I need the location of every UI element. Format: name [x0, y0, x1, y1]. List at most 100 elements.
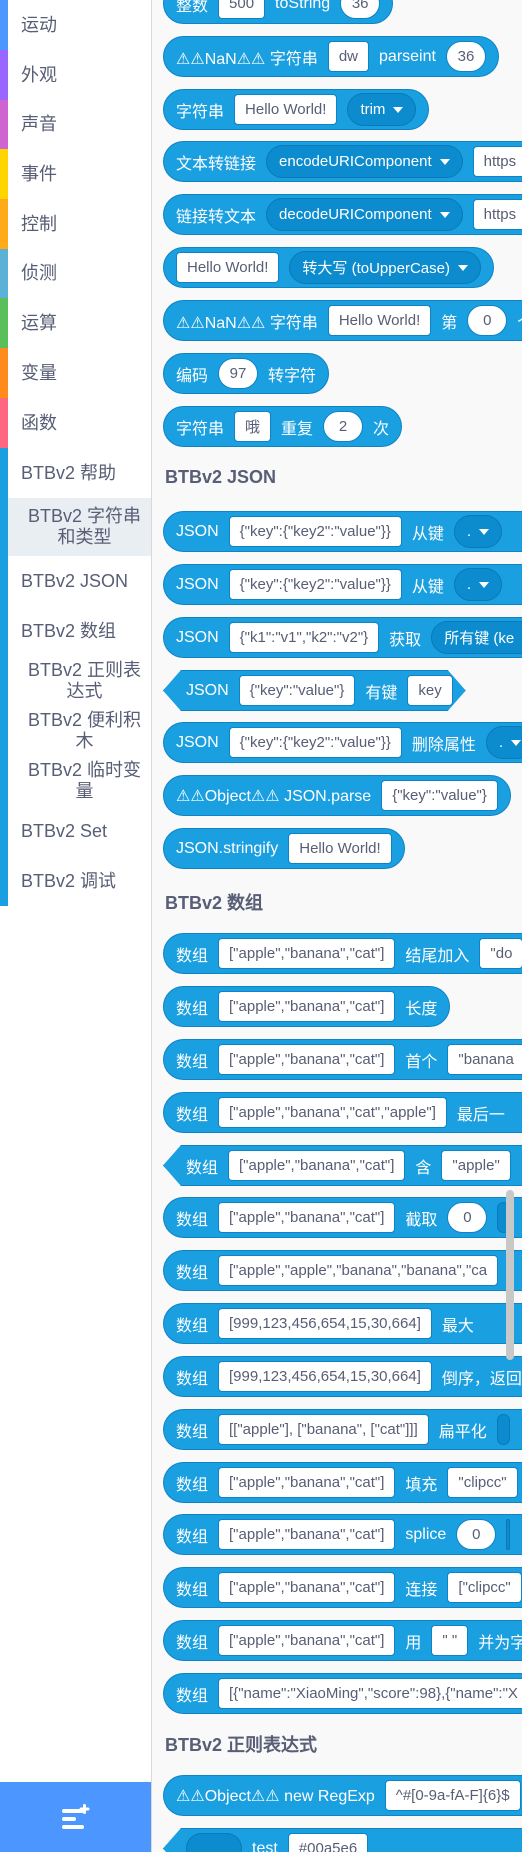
- category-operators[interactable]: 运算: [0, 298, 151, 348]
- block-b6[interactable]: ⚠⚠NaN⚠⚠ 字符串 Hello World! 第0个: [163, 300, 522, 341]
- category-btb-debug[interactable]: BTBv2 调试: [0, 856, 151, 906]
- empty-input-slot[interactable]: [186, 1833, 242, 1852]
- category-btb-regex[interactable]: BTBv2 正则表达式: [0, 656, 151, 706]
- category-btb-help[interactable]: BTBv2 帮助: [0, 448, 151, 498]
- text-input-slot[interactable]: 500: [218, 0, 266, 19]
- category-btb-strings[interactable]: BTBv2 字符串和类型: [0, 498, 151, 556]
- text-input-slot[interactable]: https: [472, 146, 522, 177]
- text-input-slot[interactable]: [{"name":"XiaoMing","score":98},{"name":…: [218, 1678, 522, 1709]
- text-input-slot[interactable]: https: [472, 199, 522, 230]
- block-j1[interactable]: JSON {"key":{"key2":"value"}} 从键.: [163, 564, 522, 605]
- block-j2[interactable]: JSON {"k1":"v1","k2":"v2"} 获取 所有键 (ke: [163, 617, 522, 658]
- block-a5[interactable]: 数组 ["apple","banana","cat"] 截取 0: [163, 1197, 522, 1238]
- empty-input-slot[interactable]: [496, 1414, 510, 1445]
- category-control[interactable]: 控制: [0, 199, 151, 249]
- text-input-slot[interactable]: {"key":{"key2":"value"}}: [228, 569, 402, 600]
- text-input-slot[interactable]: {"key":"value"}: [381, 780, 498, 811]
- block-a9[interactable]: 数组 [["apple"], ["banana", ["cat"]]] 扁平化: [163, 1409, 522, 1450]
- text-input-slot[interactable]: " ": [431, 1625, 469, 1656]
- category-variables[interactable]: 变量: [0, 348, 151, 398]
- text-input-slot[interactable]: ["apple","banana","cat"]: [218, 991, 396, 1022]
- text-input-slot[interactable]: "apple": [441, 1150, 511, 1181]
- number-input-slot[interactable]: 97: [218, 358, 259, 389]
- dropdown-menu[interactable]: .: [485, 726, 522, 759]
- text-input-slot[interactable]: "banana: [447, 1044, 522, 1075]
- workspace-scrollbar[interactable]: [506, 1190, 514, 1360]
- add-extension-button[interactable]: [0, 1782, 152, 1852]
- block-j4[interactable]: JSON {"key":{"key2":"value"}} 删除属性.: [163, 722, 522, 763]
- category-events[interactable]: 事件: [0, 149, 151, 199]
- block-a13[interactable]: 数组 ["apple","banana","cat"] 用 " " 并为字: [163, 1620, 522, 1661]
- block-b4[interactable]: 链接转文本 decodeURIComponent https: [163, 194, 522, 235]
- block-j0[interactable]: JSON {"key":{"key2":"value"}} 从键.: [163, 511, 522, 552]
- dropdown-menu[interactable]: 所有键 (ke: [431, 621, 522, 654]
- category-motion[interactable]: 运动: [0, 0, 151, 50]
- block-b5[interactable]: Hello World! 转大写 (toUpperCase): [163, 247, 494, 288]
- text-input-slot[interactable]: Hello World!: [327, 305, 432, 336]
- text-input-slot[interactable]: #00a5e6: [287, 1833, 369, 1852]
- text-input-slot[interactable]: Hello World!: [176, 252, 280, 283]
- block-a0[interactable]: 数组 ["apple","banana","cat"] 结尾加入 "do: [163, 933, 522, 974]
- text-input-slot[interactable]: ["apple","banana","cat"]: [218, 1044, 396, 1075]
- number-input-slot[interactable]: 0: [447, 1202, 488, 1233]
- category-functions[interactable]: 函数: [0, 398, 151, 448]
- number-input-slot[interactable]: 0: [467, 305, 508, 336]
- dropdown-menu[interactable]: encodeURIComponent: [266, 145, 463, 178]
- text-input-slot[interactable]: {"key":"value"}: [239, 675, 356, 706]
- text-input-slot[interactable]: [["apple"], ["banana", ["cat"]]]: [218, 1414, 429, 1445]
- block-b3[interactable]: 文本转链接 encodeURIComponent https: [163, 141, 522, 182]
- text-input-slot[interactable]: Hello World!: [288, 833, 392, 864]
- block-j6[interactable]: JSON.stringify Hello World!: [163, 828, 405, 869]
- text-input-slot[interactable]: {"key":{"key2":"value"}}: [228, 516, 402, 547]
- text-input-slot[interactable]: ["apple","banana","cat"]: [218, 1572, 396, 1603]
- text-input-slot[interactable]: [999,123,456,654,15,30,664]: [218, 1361, 432, 1392]
- block-a8[interactable]: 数组 [999,123,456,654,15,30,664] 倒序，返回: [163, 1356, 522, 1397]
- category-sensing[interactable]: 侦测: [0, 249, 151, 298]
- block-a3[interactable]: 数组 ["apple","banana","cat","apple"] 最后一: [163, 1092, 522, 1133]
- block-b8[interactable]: 字符串哦重复 2 次: [163, 406, 403, 447]
- text-input-slot[interactable]: ["clipcc": [447, 1572, 522, 1603]
- text-input-slot[interactable]: ["apple","apple","banana","banana","ca: [218, 1255, 499, 1286]
- block-b2[interactable]: 字符串 Hello World! trim: [163, 89, 430, 130]
- block-r0[interactable]: ⚠⚠Object⚠⚠ new RegExp ^#[0-9a-fA-F]{6}$: [163, 1775, 522, 1816]
- block-b0[interactable]: 整数 500 toString 36: [163, 0, 394, 24]
- text-input-slot[interactable]: ["apple","banana","cat"]: [218, 1519, 396, 1550]
- text-input-slot[interactable]: ["apple","banana","cat"]: [228, 1150, 406, 1181]
- text-input-slot[interactable]: ["apple","banana","cat"]: [218, 1467, 396, 1498]
- dropdown-menu[interactable]: trim: [347, 93, 417, 126]
- block-a2[interactable]: 数组 ["apple","banana","cat"] 首个 "banana: [163, 1039, 522, 1080]
- block-a1[interactable]: 数组 ["apple","banana","cat"] 长度: [163, 986, 451, 1027]
- text-input-slot[interactable]: ^#[0-9a-fA-F]{6}$: [384, 1780, 521, 1811]
- text-input-slot[interactable]: {"k1":"v1","k2":"v2"}: [228, 622, 380, 653]
- text-input-slot[interactable]: "do: [479, 938, 522, 969]
- category-sound[interactable]: 声音: [0, 100, 151, 149]
- category-btb-json[interactable]: BTBv2 JSON: [0, 556, 151, 606]
- dropdown-menu[interactable]: .: [453, 515, 503, 548]
- number-input-slot[interactable]: 36: [445, 41, 486, 72]
- text-input-slot[interactable]: key: [407, 675, 452, 706]
- block-a12[interactable]: 数组 ["apple","banana","cat"] 连接 ["clipcc": [163, 1567, 522, 1608]
- text-input-slot[interactable]: ["apple","banana","cat"]: [218, 938, 396, 969]
- block-a6[interactable]: 数组 ["apple","apple","banana","banana","ca: [163, 1250, 522, 1291]
- text-input-slot[interactable]: ["apple","banana","cat"]: [218, 1202, 396, 1233]
- text-input-slot[interactable]: ["apple","banana","cat","apple"]: [218, 1097, 447, 1128]
- dropdown-menu[interactable]: 转大写 (toUpperCase): [289, 251, 481, 284]
- category-looks[interactable]: 外观: [0, 50, 151, 100]
- text-input-slot[interactable]: "clipcc": [447, 1467, 518, 1498]
- text-input-slot[interactable]: 哦: [234, 411, 272, 442]
- text-input-slot[interactable]: dw: [327, 41, 370, 72]
- block-a10[interactable]: 数组 ["apple","banana","cat"] 填充 "clipcc": [163, 1462, 522, 1503]
- number-input-slot[interactable]: 36: [340, 0, 381, 19]
- block-a11[interactable]: 数组 ["apple","banana","cat"] splice 0: [163, 1514, 522, 1555]
- block-j3[interactable]: JSON {"key":"value"} 有键 key: [163, 670, 466, 711]
- number-input-slot[interactable]: 0: [456, 1519, 497, 1550]
- empty-input-slot[interactable]: [506, 1519, 510, 1550]
- block-j5[interactable]: ⚠⚠Object⚠⚠ JSON.parse {"key":"value"}: [163, 775, 511, 816]
- category-btb-convenience[interactable]: BTBv2 便利积木: [0, 706, 151, 756]
- text-input-slot[interactable]: [999,123,456,654,15,30,664]: [218, 1308, 432, 1339]
- dropdown-menu[interactable]: .: [453, 568, 503, 601]
- block-a7[interactable]: 数组 [999,123,456,654,15,30,664] 最大: [163, 1303, 522, 1344]
- dropdown-menu[interactable]: decodeURIComponent: [266, 198, 463, 231]
- block-b7[interactable]: 编码 97 转字符: [163, 353, 330, 394]
- block-a14[interactable]: 数组 [{"name":"XiaoMing","score":98},{"name…: [163, 1673, 522, 1714]
